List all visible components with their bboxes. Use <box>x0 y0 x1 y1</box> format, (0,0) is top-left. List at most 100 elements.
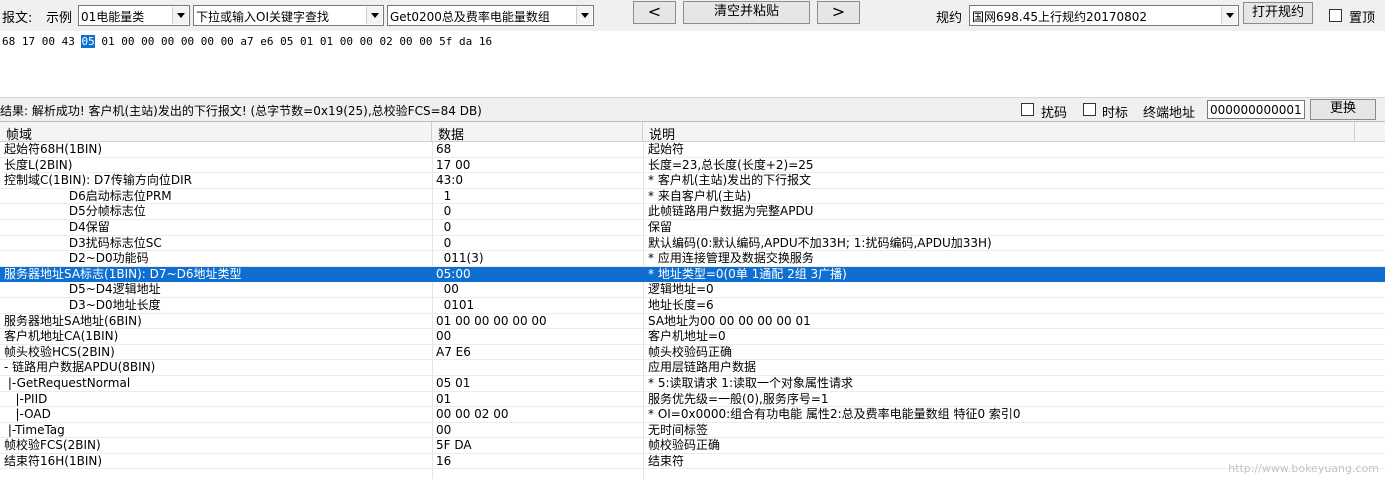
table-row[interactable]: D6启动标志位PRM 1 * 来自客户机(主站) <box>0 189 1385 205</box>
column-header-field[interactable]: 帧域 <box>0 122 432 143</box>
template-select[interactable]: Get0200总及费率电能量数组 <box>387 5 594 26</box>
cell-field: 客户机地址CA(1BIN) <box>4 329 119 344</box>
result-bar: 结果: 解析成功! 客户机(主站)发出的下行报文! (总字节数=0x19(25)… <box>0 97 1385 121</box>
table-row[interactable]: D2~D0功能码 011(3) * 应用连接管理及数据交换服务 <box>0 251 1385 267</box>
cell-description: * 地址类型=0(0单 1通配 2组 3广播) <box>648 266 847 281</box>
cell-field: |-PIID <box>4 391 48 406</box>
column-header-description[interactable]: 说明 <box>643 122 1355 143</box>
table-row[interactable]: 结束符16H(1BIN) 16 结束符 <box>0 454 1385 470</box>
cell-description: * 来自客户机(主站) <box>648 188 752 203</box>
cell-description: * 客户机(主站)发出的下行报文 <box>648 173 812 188</box>
next-button[interactable]: > <box>817 1 860 24</box>
cell-description: 默认编码(0:默认编码,APDU不加33H; 1:扰码编码,APDU加33H) <box>648 235 992 250</box>
cell-data: 011(3) <box>436 251 484 266</box>
cell-field: 起始符68H(1BIN) <box>4 142 103 156</box>
hex-text[interactable]: 68 17 00 43 05 01 00 00 00 00 00 00 a7 e… <box>2 35 492 48</box>
cell-data: 0 <box>436 219 452 234</box>
cell-field: D4保留 <box>4 219 110 234</box>
cell-description: 保留 <box>648 219 673 234</box>
timestamp-checkbox[interactable] <box>1083 103 1096 116</box>
scramble-checkbox[interactable] <box>1021 103 1034 116</box>
cell-field: 帧校验FCS(2BIN) <box>4 438 101 453</box>
cell-description: 逻辑地址=0 <box>648 282 714 297</box>
cell-description: 服务优先级=一般(0),服务序号=1 <box>648 391 829 406</box>
table-row[interactable]: D5~D4逻辑地址 00 逻辑地址=0 <box>0 282 1385 298</box>
example-select-value: 01电能量类 <box>81 10 145 24</box>
cell-description: 此帧链路用户数据为完整APDU <box>648 204 814 219</box>
table-row[interactable]: 长度L(2BIN) 17 00 长度=23,总长度(长度+2)=25 <box>0 158 1385 174</box>
cell-data: 1 <box>436 188 452 203</box>
column-header-data[interactable]: 数据 <box>432 122 643 143</box>
cell-field: D5~D4逻辑地址 <box>4 282 161 297</box>
cell-data: 68 <box>436 142 452 156</box>
cell-field: D3扰码标志位SC <box>4 235 162 250</box>
table-row[interactable]: |-OAD 00 00 02 00 * OI=0x0000:组合有功电能 属性2:总… <box>0 407 1385 423</box>
cell-field: D3~D0地址长度 <box>4 297 161 312</box>
table-row[interactable]: |-GetRequestNormal 05 01 * 5:读取请求 1:读取一个对象… <box>0 376 1385 392</box>
cell-data: 01 <box>436 391 452 406</box>
cell-field: 帧头校验HCS(2BIN) <box>4 344 115 359</box>
table-row[interactable]: 客户机地址CA(1BIN) 00 客户机地址=0 <box>0 329 1385 345</box>
terminal-address-input[interactable]: 000000000001 <box>1207 100 1305 119</box>
table-row[interactable]: 起始符68H(1BIN) 68 起始符 <box>0 142 1385 158</box>
cell-description: * OI=0x0000:组合有功电能 属性2:总及费率电能量数组 特征0 索引0 <box>648 407 1021 422</box>
cell-data: 5F DA <box>436 438 472 453</box>
protocol-label: 规约 <box>936 11 963 26</box>
template-select-value: Get0200总及费率电能量数组 <box>390 10 550 24</box>
cell-data: 01 00 00 00 00 00 <box>436 313 547 328</box>
table-row[interactable]: 帧头校验HCS(2BIN) A7 E6 帧头校验码正确 <box>0 345 1385 361</box>
chevron-down-icon[interactable] <box>172 7 188 24</box>
cell-data: 05:00 <box>436 266 471 281</box>
table-header: 帧域 数据 说明 <box>0 122 1385 143</box>
cell-field: 服务器地址SA地址(6BIN) <box>4 313 142 328</box>
table-row[interactable]: D3~D0地址长度 0101 地址长度=6 <box>0 298 1385 314</box>
cell-description: 地址长度=6 <box>648 297 714 312</box>
chevron-down-icon[interactable] <box>576 7 592 24</box>
table-row[interactable]: 服务器地址SA地址(6BIN) 01 00 00 00 00 00 SA地址为00 … <box>0 314 1385 330</box>
chevron-down-icon[interactable] <box>1221 7 1237 24</box>
cell-description: SA地址为00 00 00 00 00 01 <box>648 313 811 328</box>
scramble-label: 扰码 <box>1041 106 1068 121</box>
protocol-select-value: 国网698.45上行规约20170802 <box>972 10 1148 24</box>
table-row[interactable]: 控制域C(1BIN): D7传输方向位DIR 43:0 * 客户机(主站)发出的下行… <box>0 173 1385 189</box>
cell-data: 0 <box>436 235 452 250</box>
table-row[interactable]: 帧校验FCS(2BIN) 5F DA 帧校验码正确 <box>0 438 1385 454</box>
cell-data: 00 <box>436 282 459 297</box>
chevron-down-icon[interactable] <box>366 7 382 24</box>
table-row[interactable]: D4保留 0 保留 <box>0 220 1385 236</box>
change-button[interactable]: 更换 <box>1310 99 1376 120</box>
cell-data: 16 <box>436 453 452 468</box>
table-row[interactable]: - 链路用户数据APDU(8BIN) 应用层链路用户数据 <box>0 360 1385 376</box>
cell-description: 起始符 <box>648 142 685 156</box>
table-row[interactable]: |-TimeTag 00 无时间标签 <box>0 423 1385 439</box>
table-row[interactable]: D3扰码标志位SC 0 默认编码(0:默认编码,APDU不加33H; 1:扰码编码… <box>0 236 1385 252</box>
cell-field: 长度L(2BIN) <box>4 157 73 172</box>
topmost-label: 置顶 <box>1349 11 1376 26</box>
parse-result-table[interactable]: 帧域 数据 说明 起始符68H(1BIN) 68 起始符长度L(2BIN) 17 00… <box>0 121 1385 479</box>
cell-data: 0101 <box>436 297 475 312</box>
cell-field: D2~D0功能码 <box>4 251 149 266</box>
keyword-select-value: 下拉或输入OI关键字查找 <box>196 10 329 24</box>
cell-data: 0 <box>436 204 452 219</box>
prev-button[interactable]: < <box>633 1 676 24</box>
example-select[interactable]: 01电能量类 <box>78 5 190 26</box>
table-row[interactable]: |-PIID 01 服务优先级=一般(0),服务序号=1 <box>0 392 1385 408</box>
table-row[interactable]: 服务器地址SA标志(1BIN): D7~D6地址类型 05:00 * 地址类型=0(… <box>0 266 1385 283</box>
hex-input-area[interactable]: 68 17 00 43 05 01 00 00 00 00 00 00 a7 e… <box>0 31 1385 97</box>
table-row[interactable]: D5分帧标志位 0 此帧链路用户数据为完整APDU <box>0 204 1385 220</box>
cell-data: 17 00 <box>436 157 471 172</box>
cell-field: |-TimeTag <box>4 422 65 437</box>
watermark: http://www.bokeyuang.com <box>1228 462 1379 475</box>
cell-description: * 应用连接管理及数据交换服务 <box>648 251 814 266</box>
keyword-select[interactable]: 下拉或输入OI关键字查找 <box>193 5 384 26</box>
top-toolbar: 报文: 示例 01电能量类 下拉或输入OI关键字查找 Get0200总及费率电能… <box>0 0 1385 31</box>
cell-description: 无时间标签 <box>648 422 709 437</box>
cell-description: 帧校验码正确 <box>648 438 721 453</box>
open-protocol-button[interactable]: 打开规约 <box>1243 2 1313 24</box>
protocol-select[interactable]: 国网698.45上行规约20170802 <box>969 5 1239 26</box>
clear-and-paste-button[interactable]: 清空并粘贴 <box>683 1 810 24</box>
cell-field: |-OAD <box>4 407 51 422</box>
topmost-checkbox[interactable] <box>1329 9 1342 22</box>
cell-description: 长度=23,总长度(长度+2)=25 <box>648 157 814 172</box>
cell-field: 控制域C(1BIN): D7传输方向位DIR <box>4 173 192 188</box>
